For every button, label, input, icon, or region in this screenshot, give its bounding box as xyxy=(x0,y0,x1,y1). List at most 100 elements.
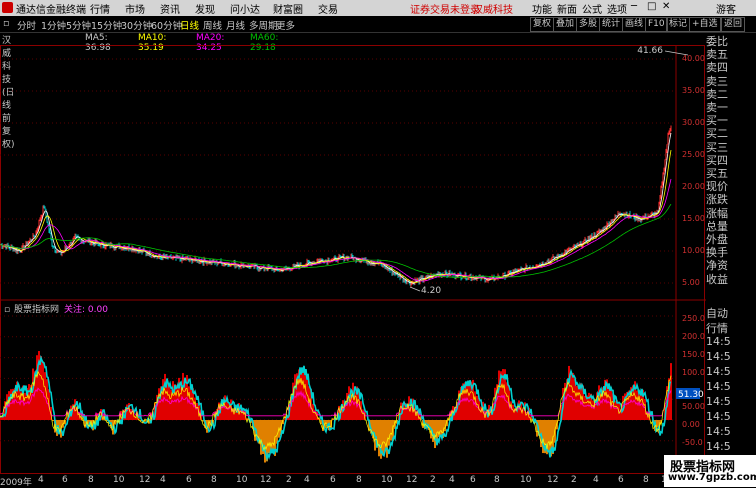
date-axis: 2009年46810124681012246810122468101224681… xyxy=(0,475,706,487)
date-label: 10 xyxy=(113,475,124,485)
date-label: 6 xyxy=(62,475,68,485)
price-axis-35: 35.00 xyxy=(682,86,705,95)
date-label: 4 xyxy=(160,475,166,485)
indicator-bar xyxy=(42,362,44,420)
period-more[interactable]: 更多 xyxy=(276,18,295,32)
indicator-bar xyxy=(572,373,574,420)
watermark-url: www.7gpzb.com xyxy=(668,472,756,483)
quote-time-label[interactable]: 14:5 xyxy=(706,440,754,453)
indicator-bar xyxy=(390,420,392,441)
period-1min[interactable]: 1分钟 xyxy=(41,18,66,32)
date-label: 12 xyxy=(406,475,417,485)
indicator-bar xyxy=(382,420,384,455)
f10-button[interactable]: F10 xyxy=(645,17,668,32)
back-button[interactable]: 返回 xyxy=(721,17,745,32)
indicator-bar xyxy=(260,420,262,455)
date-label: 6 xyxy=(186,475,192,485)
date-label: 8 xyxy=(494,475,500,485)
price-axis-20: 20.00 xyxy=(682,182,705,191)
indicator-bar xyxy=(384,420,386,451)
indicator-icon[interactable]: ▫ xyxy=(4,305,10,315)
indicator-bar xyxy=(640,394,642,420)
period-weekly[interactable]: 周线 xyxy=(203,18,222,32)
quote-time-label[interactable]: 14:5 xyxy=(706,365,754,378)
quote-time-label[interactable]: 14:5 xyxy=(706,425,754,438)
window-icon[interactable]: ▫ xyxy=(3,18,9,29)
current-value: 51.30 xyxy=(678,390,704,400)
ind-axis-neg50: -50.0 xyxy=(682,438,703,447)
quote-time-label[interactable]: 自动 xyxy=(706,305,754,321)
indicator-bar xyxy=(24,393,26,420)
chart-area[interactable]: 41.66 4.20 ▫ 股票指标网 关注: 0.00 51.30 xyxy=(0,45,706,475)
guest-label[interactable]: 游客 xyxy=(716,1,736,16)
date-label: 4 xyxy=(38,475,44,485)
quote-time-label[interactable]: 14:5 xyxy=(706,350,754,363)
mark-button[interactable]: 标记 xyxy=(666,17,690,32)
indicator-bar xyxy=(498,371,500,420)
ma60-line xyxy=(0,204,671,277)
ma20-line xyxy=(0,179,671,281)
indicator-follow: 关注: 0.00 xyxy=(64,303,108,315)
login-notice[interactable]: 证券交易未登录 xyxy=(410,1,480,16)
indicator-bar xyxy=(268,420,270,453)
add-watchlist-button[interactable]: +自选 xyxy=(689,17,721,32)
indicator-bars xyxy=(0,351,672,462)
date-label: 2 xyxy=(571,475,577,485)
date-label: 4 xyxy=(449,475,455,485)
stock-name: 汉威科技 xyxy=(473,1,513,16)
multi-stock-button[interactable]: 多股 xyxy=(576,17,600,32)
adjust-button[interactable]: 复权 xyxy=(530,17,554,32)
date-label: 8 xyxy=(88,475,94,485)
app-title: 通达信金融终端 xyxy=(16,1,86,16)
period-multi[interactable]: 多周期 xyxy=(249,18,278,32)
period-daily[interactable]: 日线 xyxy=(180,18,199,32)
indicator-bar xyxy=(362,409,364,420)
period-60min[interactable]: 60分钟 xyxy=(151,18,182,32)
date-label: 10 xyxy=(381,475,392,485)
period-15min[interactable]: 15分钟 xyxy=(91,18,122,32)
menu-item-trade[interactable]: 交易 xyxy=(318,1,338,16)
statistics-button[interactable]: 统计 xyxy=(599,17,623,32)
indicator-bar xyxy=(40,356,42,420)
price-axis-30: 30.00 xyxy=(682,118,705,127)
date-label: 8 xyxy=(356,475,362,485)
menu-item-formula[interactable]: 公式 xyxy=(582,1,602,16)
date-label: 6 xyxy=(330,475,336,485)
period-monthly[interactable]: 月线 xyxy=(226,18,245,32)
indicator-bar xyxy=(182,373,184,420)
price-axis-5: 5.00 xyxy=(682,278,700,287)
period-5min[interactable]: 5分钟 xyxy=(66,18,91,32)
overlay-button[interactable]: 叠加 xyxy=(553,17,577,32)
quote-time-label[interactable]: 14:5 xyxy=(706,335,754,348)
indicator-bar xyxy=(548,420,550,452)
date-label: 4 xyxy=(593,475,599,485)
quote-time-label[interactable]: 14:5 xyxy=(706,395,754,408)
ind-axis-150: 150.0 xyxy=(682,350,705,359)
menu-item-ask[interactable]: 问小达 xyxy=(230,1,260,16)
menu-item-function[interactable]: 功能 xyxy=(532,1,552,16)
quote-time-label[interactable]: 行情 xyxy=(706,320,754,336)
menu-item-market[interactable]: 市场 xyxy=(125,1,145,16)
quote-time-label[interactable]: 14:5 xyxy=(706,410,754,423)
menu-item-new-page[interactable]: 新面 xyxy=(557,1,577,16)
quote-time-label[interactable]: 14:5 xyxy=(706,380,754,393)
indicator-bar xyxy=(578,385,580,420)
menu-item-quotes[interactable]: 行情 xyxy=(90,1,110,16)
restore-icon[interactable]: □ xyxy=(647,1,656,12)
minimize-icon[interactable]: ─ xyxy=(631,1,637,12)
date-label: 6 xyxy=(618,475,624,485)
menu-item-options[interactable]: 选项 xyxy=(607,1,627,16)
period-30min[interactable]: 30分钟 xyxy=(121,18,152,32)
indicator-bar xyxy=(378,420,380,456)
price-series xyxy=(0,126,671,287)
draw-line-button[interactable]: 画线 xyxy=(622,17,646,32)
indicator-bar xyxy=(592,400,594,420)
date-label: 12 xyxy=(139,475,150,485)
menu-item-discover[interactable]: 发现 xyxy=(195,1,215,16)
menu-item-wealth[interactable]: 财富圈 xyxy=(273,1,303,16)
low-price-label: 4.20 xyxy=(421,286,441,296)
period-intraday[interactable]: 分时 xyxy=(17,18,36,32)
close-icon[interactable]: ✕ xyxy=(662,1,670,12)
ind-axis-0: 0.00 xyxy=(682,420,700,429)
menu-item-news[interactable]: 资讯 xyxy=(160,1,180,16)
